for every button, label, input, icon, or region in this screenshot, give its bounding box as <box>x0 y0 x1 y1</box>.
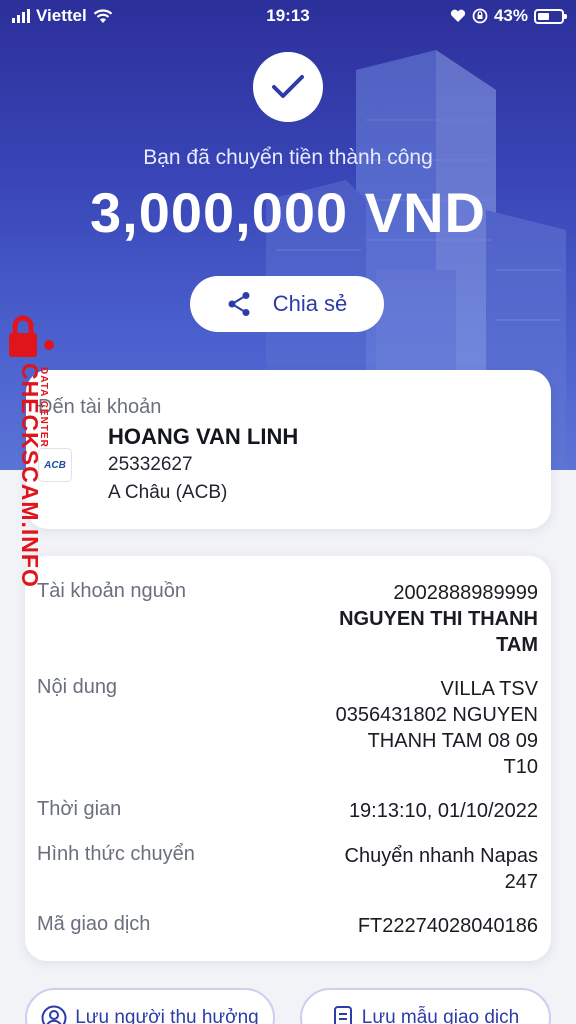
status-right: 43% <box>450 6 567 26</box>
content-line2: 0356431802 NGUYEN <box>335 704 538 726</box>
content-label: Nội dung <box>37 676 118 698</box>
watermark-subtext: DATA CENTER <box>38 367 49 448</box>
transfer-amount: 3,000,000 VND <box>90 181 486 244</box>
save-recipient-button[interactable]: Lưu người thụ hưởng <box>25 988 275 1024</box>
transaction-id-label: Mã giao dịch <box>37 913 151 935</box>
battery-icon <box>534 8 567 24</box>
content-line1: VILLA TSV <box>440 678 538 700</box>
transaction-id-value: FT22274028040186 <box>357 915 538 937</box>
share-icon <box>228 292 250 316</box>
lock-icon <box>9 315 54 357</box>
source-account-number: 2002888989999 <box>393 582 538 604</box>
source-account-name-line2: TAM <box>496 634 538 656</box>
recipient-account-number: 25332627 <box>108 454 193 475</box>
recipient-card: Đến tài khoản ACB HOANG VAN LINH 2533262… <box>26 370 551 529</box>
transaction-details-card: Tài khoản nguồn 2002888989999 NGUYEN THI… <box>25 556 551 961</box>
content-row: Nội dung VILLA TSV 0356431802 NGUYEN THA… <box>37 676 538 782</box>
user-icon <box>41 1005 67 1024</box>
method-row: Hình thức chuyển Chuyển nhanh Napas 247 <box>37 843 538 897</box>
battery-percent: 43% <box>493 6 528 25</box>
share-label: Chia sẻ <box>272 291 348 316</box>
method-line2: 247 <box>504 871 538 893</box>
rotation-lock-icon <box>472 8 488 24</box>
time-label: Thời gian <box>37 798 122 820</box>
share-button[interactable]: Chia sẻ <box>190 276 384 332</box>
save-recipient-label: Lưu người thụ hưởng <box>75 1007 259 1024</box>
content-line4: T10 <box>503 756 538 778</box>
method-line1: Chuyển nhanh Napas <box>344 845 538 867</box>
method-value: Chuyển nhanh Napas 247 <box>345 843 538 895</box>
content-line3: THANH TAM 08 09 <box>367 730 538 752</box>
method-label: Hình thức chuyển <box>37 843 195 865</box>
time-row: Thời gian 19:13:10, 01/10/2022 <box>37 798 538 826</box>
source-account-name-line1: NGUYEN THI THANH <box>339 608 538 630</box>
time-value: 19:13:10, 01/10/2022 <box>348 800 538 822</box>
save-template-button[interactable]: Lưu mẫu giao dịch <box>300 988 551 1024</box>
success-message: Bạn đã chuyển tiền thành công <box>143 146 433 169</box>
heart-icon <box>450 9 466 22</box>
save-template-label: Lưu mẫu giao dịch <box>361 1007 520 1024</box>
transaction-id-row: Mã giao dịch FT22274028040186 <box>37 913 538 941</box>
document-icon <box>333 1006 352 1024</box>
recipient-bank: A Châu (ACB) <box>108 482 228 503</box>
checkscam-watermark: CHECKSCAM.INFO DATA CENTER <box>0 305 70 595</box>
status-bar: Viettel 19:13 43% <box>0 0 576 32</box>
recipient-name: HOANG VAN LINH <box>108 424 299 449</box>
content-value: VILLA TSV 0356431802 NGUYEN THANH TAM 08… <box>336 676 538 780</box>
success-check-icon <box>253 52 323 122</box>
source-account-row: Tài khoản nguồn 2002888989999 NGUYEN THI… <box>37 580 538 660</box>
source-account-value: 2002888989999 NGUYEN THI THANH TAM <box>339 580 538 658</box>
